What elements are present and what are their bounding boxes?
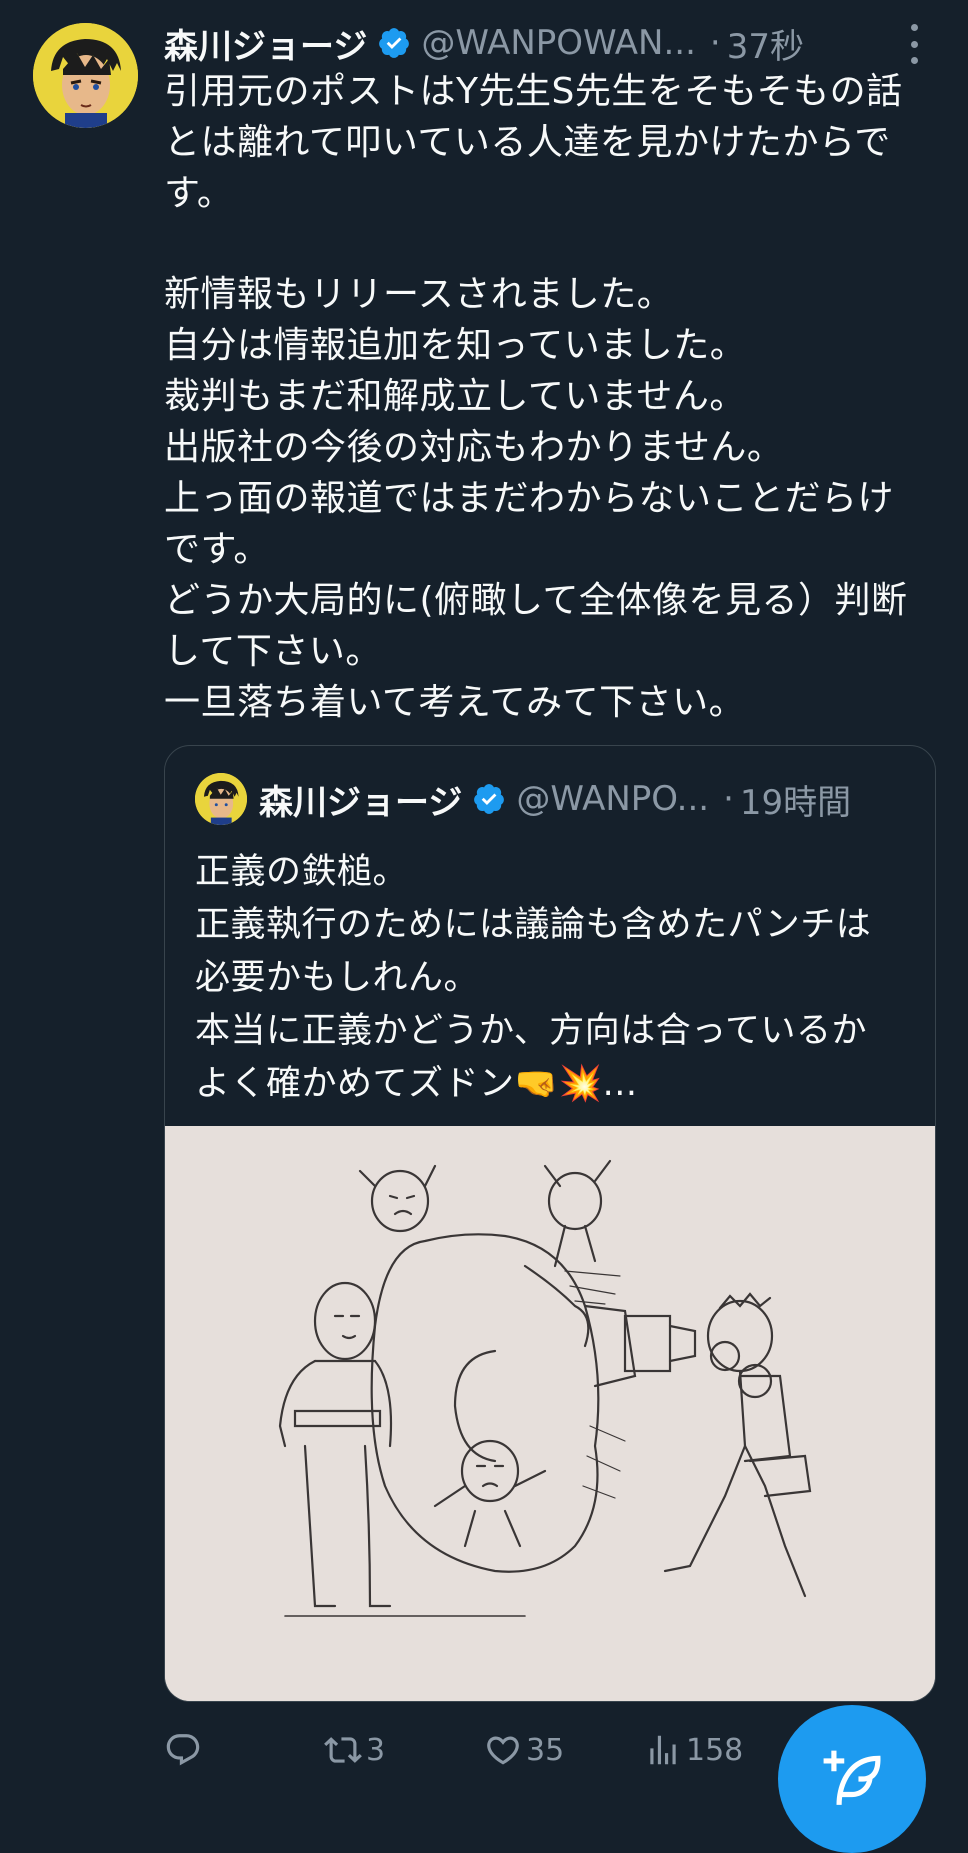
- tweet-line: です。: [164, 529, 270, 570]
- quoted-author-avatar[interactable]: [195, 773, 247, 825]
- tweet-line: 一旦落ち着いて考えてみて下さい。: [164, 682, 746, 723]
- tweet-line: して下さい。: [164, 631, 382, 672]
- verified-badge-icon: [474, 784, 505, 814]
- tweet-text: 引用元のポストはY先生S先生をそもそもの話 とは離れて叩いている人達を見かけたか…: [164, 66, 934, 728]
- quoted-tweet-time[interactable]: 19時間: [740, 775, 851, 824]
- author-avatar[interactable]: [33, 23, 138, 128]
- quoted-line: 必要かもしれん。: [195, 958, 480, 998]
- separator-dot: ·: [709, 23, 721, 63]
- reply-icon: [166, 1734, 200, 1766]
- quoted-tweet-card[interactable]: 森川ジョージ @WANPO... · 19時間 正義の鉄槌。 正義執行のためには…: [164, 745, 936, 1702]
- like-button[interactable]: 35: [484, 1725, 564, 1775]
- tweet-line: 上っ面の報道ではまだわからないことだらけ: [164, 478, 895, 519]
- like-count: 35: [526, 1732, 565, 1768]
- tweet-line: 自分は情報追加を知っていました。: [164, 325, 747, 366]
- quoted-line: 本当に正義かどうか、方向は合っているか: [195, 1011, 868, 1051]
- quoted-line: 正義執行のためには議論も含めたパンチは: [195, 905, 872, 945]
- tweet[interactable]: 森川ジョージ @WANPOWAN... · 37秒 引用元のポストはY先生S先生…: [0, 0, 968, 1853]
- quoted-line: 正義の鉄槌。: [195, 852, 409, 892]
- more-options-icon[interactable]: [902, 24, 926, 64]
- tweet-time[interactable]: 37秒: [727, 19, 804, 68]
- quoted-author-handle[interactable]: @WANPO...: [516, 779, 709, 819]
- tweet-line-break: [164, 219, 934, 269]
- tweet-line: どうか大局的に(俯瞰して全体像を見る）判断: [164, 580, 908, 621]
- like-icon: [487, 1736, 519, 1765]
- separator-dot: ·: [723, 779, 734, 819]
- quoted-tweet-text: 正義の鉄槌。 正義執行のためには議論も含めたパンチは 必要かもしれん。 本当に正…: [195, 846, 915, 1111]
- compose-button[interactable]: [778, 1705, 926, 1853]
- tweet-line: 新情報もリリースされました。: [164, 274, 674, 315]
- author-handle[interactable]: @WANPOWAN...: [421, 23, 696, 63]
- retweet-count: 3: [366, 1732, 386, 1768]
- tweet-line: 引用元のポストはY先生S先生をそもそもの話: [164, 71, 903, 112]
- views-count: 158: [686, 1732, 744, 1768]
- quoted-author-name[interactable]: 森川ジョージ: [259, 775, 462, 824]
- quoted-tweet-image[interactable]: [165, 1126, 935, 1701]
- tweet-line: 出版社の今後の対応もわかりません。: [164, 427, 784, 468]
- tweet-actions: 3 35 158: [164, 1725, 764, 1775]
- tweet-line: す。: [164, 173, 234, 214]
- views-button[interactable]: 158: [644, 1725, 743, 1775]
- quoted-tweet-header: 森川ジョージ @WANPO... · 19時間: [195, 773, 851, 825]
- tweet-line: とは離れて叩いている人達を見かけたからで: [164, 122, 891, 163]
- reply-button[interactable]: [164, 1725, 206, 1775]
- retweet-button[interactable]: 3: [324, 1725, 385, 1775]
- views-icon: [650, 1735, 676, 1765]
- quoted-line: よく確かめてズドン🤜💥...: [195, 1064, 638, 1104]
- compose-icon: [823, 1750, 881, 1805]
- tweet-line: 裁判もまだ和解成立していません。: [164, 376, 746, 417]
- author-name[interactable]: 森川ジョージ: [164, 19, 367, 68]
- verified-badge-icon: [379, 28, 410, 58]
- retweet-icon: [324, 1737, 362, 1763]
- tweet-header: 森川ジョージ @WANPOWAN... · 37秒: [164, 18, 944, 68]
